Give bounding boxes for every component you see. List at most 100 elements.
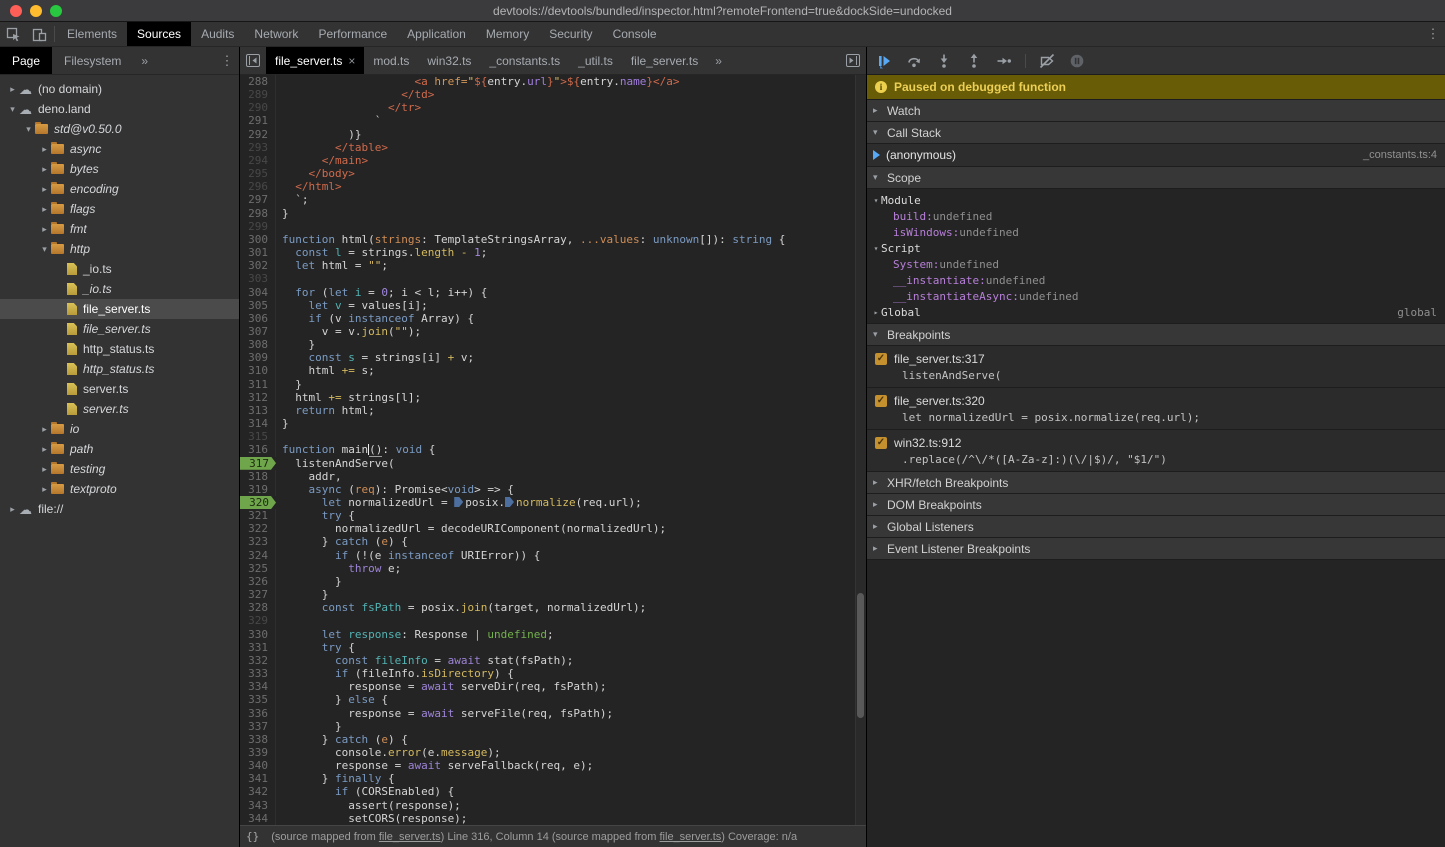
breakpoint-location[interactable]: file_server.ts:320	[894, 394, 985, 408]
line-number[interactable]: 334	[240, 680, 276, 693]
code-line[interactable]: 331 try {	[240, 641, 866, 654]
editor-tab-win32.ts[interactable]: win32.ts	[418, 47, 480, 74]
code-line[interactable]: 290 </tr>	[240, 101, 866, 114]
code-line[interactable]: 340 response = await serveFallback(req, …	[240, 759, 866, 772]
expanded-arrow-icon[interactable]: ▾	[6, 104, 19, 115]
section-event-listener-breakpoints[interactable]: ▸Event Listener Breakpoints	[867, 538, 1445, 560]
line-number[interactable]: 291	[240, 114, 276, 127]
line-number[interactable]: 341	[240, 772, 276, 785]
code-line[interactable]: 292 )}	[240, 128, 866, 141]
line-number[interactable]: 312	[240, 391, 276, 404]
code-line[interactable]: 344 setCORS(response);	[240, 812, 866, 825]
tree-item-server-ts[interactable]: server.ts	[0, 379, 239, 399]
code-line[interactable]: 307 v = v.join("");	[240, 325, 866, 338]
tab-network[interactable]: Network	[244, 22, 308, 46]
tree-item-fmt[interactable]: ▸fmt	[0, 219, 239, 239]
breakpoint-entry[interactable]: ✓file_server.ts:317listenAndServe(	[867, 346, 1445, 388]
source-map-link[interactable]: file_server.ts	[660, 831, 722, 843]
inline-breakpoint-marker-icon[interactable]	[505, 497, 514, 507]
collapsed-arrow-icon[interactable]: ▸	[38, 444, 51, 455]
tree-item--io-ts[interactable]: _io.ts	[0, 279, 239, 299]
line-number[interactable]: 338	[240, 733, 276, 746]
code-line[interactable]: 322 normalizedUrl = decodeURIComponent(n…	[240, 522, 866, 535]
tab-sources[interactable]: Sources	[127, 22, 191, 46]
line-number[interactable]: 305	[240, 299, 276, 312]
line-number[interactable]: 336	[240, 707, 276, 720]
step-button[interactable]	[995, 52, 1013, 70]
line-number[interactable]: 333	[240, 667, 276, 680]
code-line[interactable]: 339 console.error(e.message);	[240, 746, 866, 759]
code-line[interactable]: 316function main(): void {	[240, 443, 866, 456]
code-line[interactable]: 330 let response: Response | undefined;	[240, 628, 866, 641]
line-number[interactable]: 289	[240, 88, 276, 101]
navigator-menu-icon[interactable]: ⋮	[215, 47, 239, 74]
code-line[interactable]: 294 </main>	[240, 154, 866, 167]
tree-item-file-[interactable]: ▸☁file://	[0, 499, 239, 519]
code-line[interactable]: 299	[240, 220, 866, 233]
line-number[interactable]: 303	[240, 272, 276, 285]
code-line[interactable]: 303	[240, 272, 866, 285]
line-number[interactable]: 319	[240, 483, 276, 496]
line-number[interactable]: 315	[240, 430, 276, 443]
line-number[interactable]: 293	[240, 141, 276, 154]
deactivate-breakpoints-button[interactable]	[1038, 52, 1056, 70]
collapsed-arrow-icon[interactable]: ▸	[6, 84, 19, 95]
tree-item--no-domain-[interactable]: ▸☁(no domain)	[0, 79, 239, 99]
breakpoint-location[interactable]: win32.ts:912	[894, 436, 961, 450]
code-line[interactable]: 326 }	[240, 575, 866, 588]
collapsed-arrow-icon[interactable]: ▸	[38, 184, 51, 195]
code-line[interactable]: 305 let v = values[i];	[240, 299, 866, 312]
line-number[interactable]: 311	[240, 378, 276, 391]
line-number[interactable]: 316	[240, 443, 276, 456]
scope-group[interactable]: ▾Script	[867, 240, 1445, 256]
code-line[interactable]: 335 } else {	[240, 693, 866, 706]
tree-item-path[interactable]: ▸path	[0, 439, 239, 459]
code-line[interactable]: 327 }	[240, 588, 866, 601]
breakpoint-marker[interactable]: 317	[240, 457, 276, 470]
code-line[interactable]: 298}	[240, 207, 866, 220]
code-line[interactable]: 296 </html>	[240, 180, 866, 193]
code-area[interactable]: 288 <a href="${entry.url}">${entry.name}…	[240, 75, 866, 825]
code-line[interactable]: 325 throw e;	[240, 562, 866, 575]
more-tabs-icon[interactable]: »	[133, 47, 156, 74]
breakpoint-checkbox[interactable]: ✓	[875, 437, 887, 449]
code-line[interactable]: 312 html += strings[l];	[240, 391, 866, 404]
line-number[interactable]: 314	[240, 417, 276, 430]
tree-item-http-status-ts[interactable]: http_status.ts	[0, 359, 239, 379]
line-number[interactable]: 301	[240, 246, 276, 259]
scope-group[interactable]: ▸Globalglobal	[867, 304, 1445, 320]
line-number[interactable]: 331	[240, 641, 276, 654]
breakpoint-checkbox[interactable]: ✓	[875, 353, 887, 365]
tab-audits[interactable]: Audits	[191, 22, 244, 46]
code-line[interactable]: 315	[240, 430, 866, 443]
tree-item-bytes[interactable]: ▸bytes	[0, 159, 239, 179]
line-number[interactable]: 296	[240, 180, 276, 193]
tab-application[interactable]: Application	[397, 22, 476, 46]
code-line[interactable]: 293 </table>	[240, 141, 866, 154]
code-line[interactable]: 309 const s = strings[i] + v;	[240, 351, 866, 364]
editor-tab-file_server.ts[interactable]: file_server.ts	[622, 47, 707, 74]
code-line[interactable]: 332 const fileInfo = await stat(fsPath);	[240, 654, 866, 667]
tree-item-std-v0-50-0[interactable]: ▾std@v0.50.0	[0, 119, 239, 139]
collapsed-arrow-icon[interactable]: ▸	[38, 144, 51, 155]
line-number[interactable]: 310	[240, 364, 276, 377]
editor-scrollbar[interactable]	[855, 75, 866, 825]
line-number[interactable]: 324	[240, 549, 276, 562]
line-number[interactable]: 307	[240, 325, 276, 338]
line-number[interactable]: 313	[240, 404, 276, 417]
code-line[interactable]: 343 assert(response);	[240, 799, 866, 812]
collapsed-arrow-icon[interactable]: ▸	[38, 464, 51, 475]
line-number[interactable]: 344	[240, 812, 276, 825]
code-line[interactable]: 337 }	[240, 720, 866, 733]
breakpoint-location[interactable]: file_server.ts:317	[894, 352, 985, 366]
code-line[interactable]: 308 }	[240, 338, 866, 351]
line-number[interactable]: 302	[240, 259, 276, 272]
expanded-arrow-icon[interactable]: ▾	[22, 124, 35, 135]
code-line[interactable]: 302 let html = "";	[240, 259, 866, 272]
code-line[interactable]: 333 if (fileInfo.isDirectory) {	[240, 667, 866, 680]
section-call-stack[interactable]: ▾Call Stack	[867, 122, 1445, 144]
line-number[interactable]: 306	[240, 312, 276, 325]
line-number[interactable]: 330	[240, 628, 276, 641]
line-number[interactable]: 342	[240, 785, 276, 798]
step-over-button[interactable]	[905, 52, 923, 70]
